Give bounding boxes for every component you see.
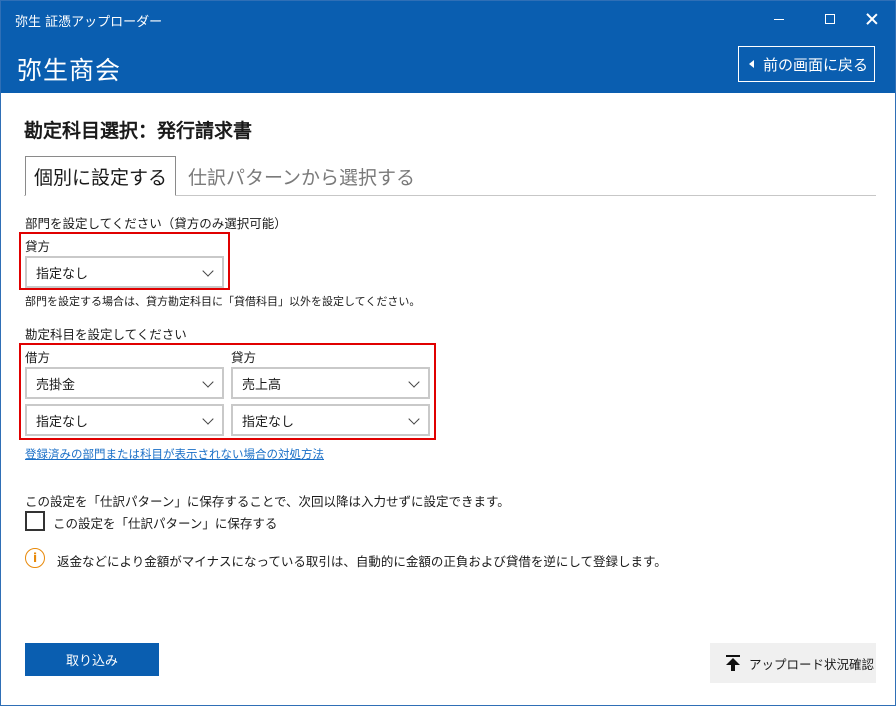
debit-sub-select[interactable]: 指定なし	[25, 404, 224, 436]
tab-pattern[interactable]: 仕訳パターンから選択する	[188, 156, 415, 196]
info-icon: i	[25, 548, 45, 568]
help-link[interactable]: 登録済みの部門または科目が表示されない場合の対処方法	[25, 446, 324, 462]
caret-left-icon	[749, 60, 754, 68]
import-button-label: 取り込み	[65, 654, 118, 669]
chevron-down-icon	[202, 376, 214, 388]
upload-status-label: アップロード状況確認	[749, 656, 875, 672]
chevron-down-icon	[408, 376, 420, 388]
import-button[interactable]: 取り込み	[25, 643, 159, 676]
pattern-description: この設定を「仕訳パターン」に保存することで、次回以降は入力せずに設定できます。	[25, 494, 510, 509]
page-title: 勘定科目選択：発行請求書	[24, 120, 253, 142]
account-section-label: 勘定科目を設定してください	[25, 327, 187, 342]
credit-account-value: 売上高	[242, 377, 282, 393]
chevron-down-icon	[202, 413, 214, 425]
info-message: 返金などにより金額がマイナスになっている取引は、自動的に金額の正負および貸借を逆…	[57, 554, 667, 569]
credit-sub-value: 指定なし	[242, 414, 295, 430]
maximize-icon	[825, 14, 835, 24]
window-title: 弥生 証憑アップローダー	[15, 15, 163, 30]
upload-icon	[726, 655, 740, 671]
minimize-icon	[774, 18, 784, 20]
chevron-down-icon	[408, 413, 420, 425]
department-note: 部門を設定する場合は、貸方勘定科目に「貸借科目」以外を設定してください。	[25, 295, 421, 308]
tab-individual[interactable]: 個別に設定する	[25, 156, 176, 196]
debit-account-value: 売掛金	[36, 377, 76, 393]
save-pattern-label[interactable]: この設定を「仕訳パターン」に保存する	[53, 513, 277, 532]
app-header: 弥生商会 前の画面に戻る	[1, 37, 895, 93]
department-credit-value: 指定なし	[36, 266, 89, 282]
account-debit-label: 借方	[25, 350, 51, 365]
credit-account-select[interactable]: 売上高	[231, 367, 430, 399]
chevron-down-icon	[202, 265, 214, 277]
maximize-button[interactable]	[807, 1, 853, 37]
department-section-label: 部門を設定してください（貸方のみ選択可能）	[25, 216, 287, 231]
back-button[interactable]: 前の画面に戻る	[738, 46, 875, 82]
minimize-button[interactable]	[756, 1, 802, 37]
back-button-label: 前の画面に戻る	[763, 55, 869, 74]
tab-bar: 個別に設定する 仕訳パターンから選択する	[24, 156, 876, 196]
company-name: 弥生商会	[17, 56, 122, 85]
title-bar: 弥生 証憑アップローダー	[1, 1, 895, 37]
credit-sub-select[interactable]: 指定なし	[231, 404, 430, 436]
close-button[interactable]	[849, 1, 895, 37]
app-window: 弥生 証憑アップローダー 弥生商会 前の画面に戻る 勘定科目選択：発行請求書 個…	[0, 0, 896, 706]
close-icon	[866, 13, 878, 25]
department-credit-select[interactable]: 指定なし	[25, 256, 224, 288]
account-credit-label: 貸方	[231, 350, 257, 365]
upload-status-button[interactable]: アップロード状況確認	[710, 643, 876, 683]
debit-sub-value: 指定なし	[36, 414, 89, 430]
save-pattern-checkbox[interactable]	[25, 511, 45, 531]
department-credit-label: 貸方	[25, 239, 51, 254]
debit-account-select[interactable]: 売掛金	[25, 367, 224, 399]
